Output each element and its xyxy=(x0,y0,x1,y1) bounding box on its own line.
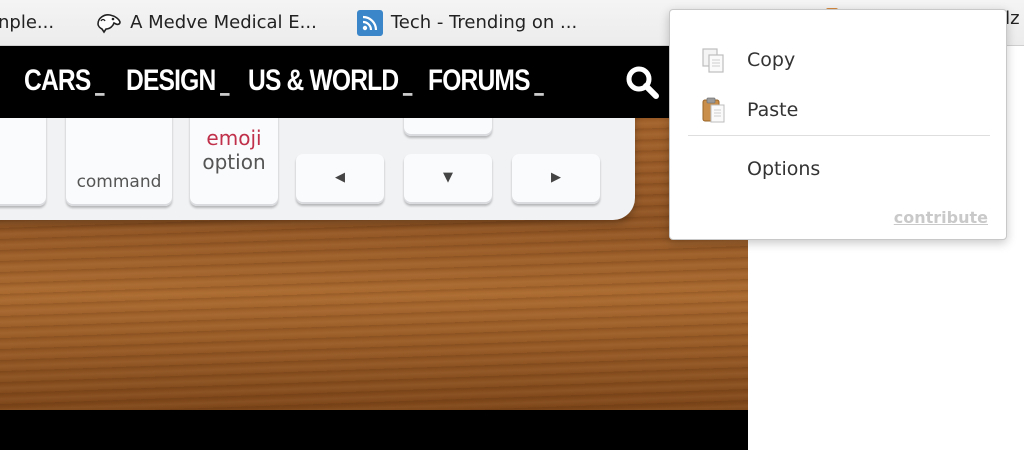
arrow-left-icon: ◀ xyxy=(335,170,345,185)
keyboard-photo: ⌘ command emoji option ◀ ▼ ▶ xyxy=(0,118,635,220)
hero-image: ⌘ command emoji option ◀ ▼ ▶ xyxy=(0,118,748,410)
key-arrow-down: ▼ xyxy=(404,154,492,204)
contribute-link[interactable]: contribute xyxy=(894,208,988,227)
key-option: emoji option xyxy=(190,118,278,206)
bookmark-label: A Medve Medical E... xyxy=(130,12,317,33)
key-command: ⌘ command xyxy=(66,118,172,206)
key-partial xyxy=(0,118,46,206)
menu-item-options[interactable]: Options xyxy=(670,150,1006,188)
key-arrow-up xyxy=(404,118,492,136)
search-icon[interactable] xyxy=(624,64,662,102)
bookmark-tech-trending[interactable]: Tech - Trending on ... xyxy=(351,8,583,38)
menu-divider xyxy=(688,135,990,136)
menu-label-options: Options xyxy=(747,158,821,180)
chevron-down-icon: ▁ xyxy=(95,79,104,95)
context-menu: Copy Paste Options contribute xyxy=(669,9,1007,240)
command-symbol: ⌘ xyxy=(66,118,172,120)
nav-item-us-world[interactable]: US & WORLD ▁ xyxy=(248,64,412,98)
nav-item-design[interactable]: DESIGN ▁ xyxy=(126,64,229,98)
content-bar-dark xyxy=(0,410,748,450)
paste-icon xyxy=(700,96,728,124)
key-label-option: option xyxy=(202,150,266,174)
nav-item-forums[interactable]: FORUMS ▁ xyxy=(428,64,543,98)
nav-item-label: DESIGN xyxy=(126,64,216,97)
bookmark-label: nple... xyxy=(0,12,55,33)
nav-item-label: US & WORLD xyxy=(248,64,399,97)
menu-label-paste: Paste xyxy=(747,99,799,121)
key-arrow-right: ▶ xyxy=(512,154,600,204)
copy-icon xyxy=(700,46,728,74)
dog-icon xyxy=(96,10,122,36)
arrow-down-icon: ▼ xyxy=(443,170,453,185)
bookmark-partial[interactable]: nple... xyxy=(0,8,60,38)
rss-icon xyxy=(356,9,383,36)
nav-item-label: CARS xyxy=(24,64,91,97)
bookmark-label: Tech - Trending on ... xyxy=(390,12,578,33)
menu-item-copy[interactable]: Copy xyxy=(670,41,1006,79)
bookmark-medve-medical[interactable]: A Medve Medical E... xyxy=(90,8,323,38)
key-arrow-left: ◀ xyxy=(296,154,384,204)
nav-item-cars[interactable]: CARS ▁ xyxy=(24,64,104,98)
arrow-right-icon: ▶ xyxy=(551,170,561,185)
chevron-down-icon: ▁ xyxy=(534,79,544,95)
key-label-emoji: emoji xyxy=(206,126,262,150)
menu-item-paste[interactable]: Paste xyxy=(670,91,1006,129)
site-navigation: CARS ▁ DESIGN ▁ US & WORLD ▁ FORUMS ▁ xyxy=(0,46,748,118)
chevron-down-icon: ▁ xyxy=(403,79,412,95)
chevron-down-icon: ▁ xyxy=(220,79,229,95)
nav-item-label: FORUMS xyxy=(428,64,530,97)
key-label-command: command xyxy=(76,172,162,192)
menu-label-copy: Copy xyxy=(747,49,796,71)
